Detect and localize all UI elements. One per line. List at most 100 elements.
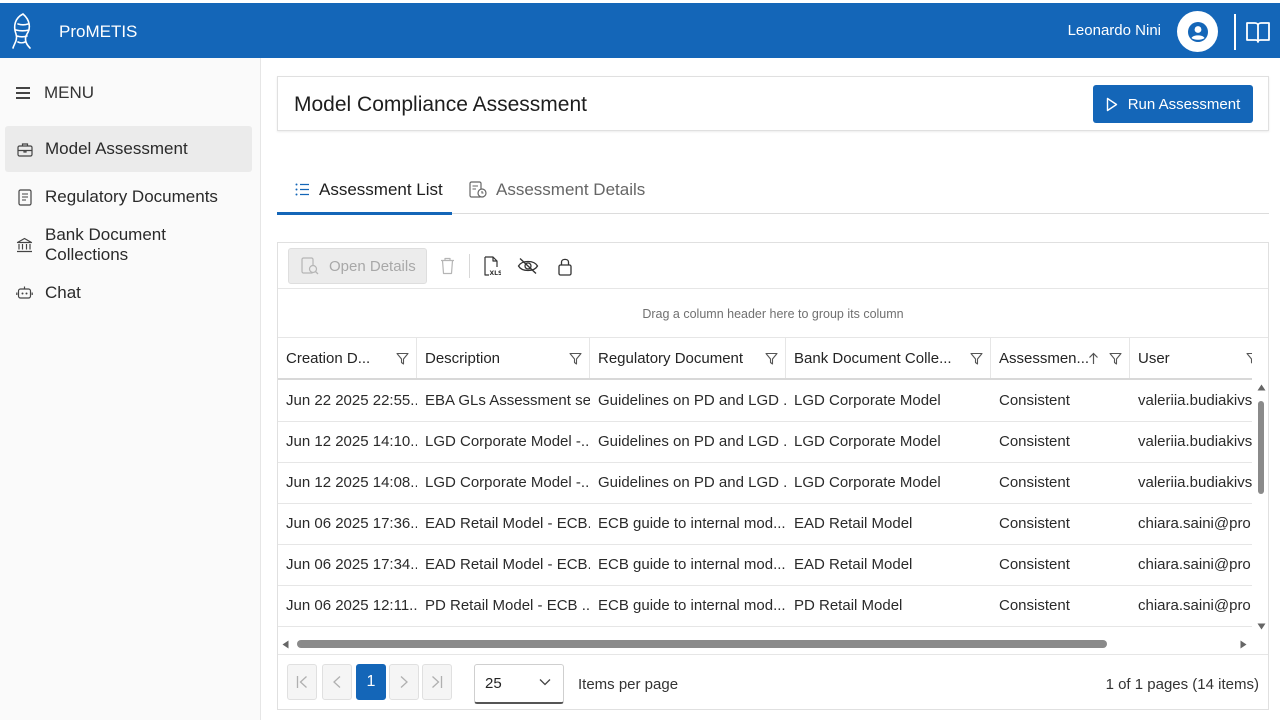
sidebar-item-label: Model Assessment — [45, 139, 188, 158]
vertical-scroll-thumb[interactable] — [1258, 401, 1264, 494]
cell-user: valeriia.budiakivsk... — [1138, 433, 1252, 450]
first-page-button[interactable] — [287, 664, 317, 700]
column-header-regulatory-document[interactable]: Regulatory Document — [590, 338, 786, 378]
list-icon — [295, 183, 310, 196]
tab-assessment-details[interactable]: Assessment Details — [469, 166, 645, 213]
tab-label: Assessment Details — [496, 179, 646, 199]
cell-bank-document-collection: EAD Retail Model — [794, 556, 913, 573]
table-row[interactable]: Jun 06 2025 17:34... EAD Retail Model - E… — [278, 545, 1252, 586]
document-search-icon — [301, 257, 319, 275]
column-header-description[interactable]: Description — [417, 338, 590, 378]
logo-icon — [12, 13, 31, 49]
column-header-user[interactable]: User — [1130, 338, 1252, 378]
cell-description: EAD Retail Model - ECB... — [425, 556, 590, 573]
chevron-down-icon — [539, 679, 551, 686]
export-xls-icon[interactable]: XLS — [481, 255, 503, 277]
previous-page-button[interactable] — [322, 664, 352, 700]
cell-assessment: Consistent — [999, 474, 1070, 491]
run-assessment-label: Run Assessment — [1127, 95, 1241, 113]
chevron-right-icon — [400, 676, 408, 688]
page-number-button[interactable]: 1 — [356, 664, 386, 700]
tab-bar: Assessment List Assessment Details — [277, 166, 1269, 215]
cell-regulatory-document: Guidelines on PD and LGD ... — [598, 392, 786, 409]
cell-user: valeriia.budiakivsk... — [1138, 474, 1252, 491]
filter-icon[interactable] — [765, 352, 778, 365]
group-panel[interactable]: Drag a column header here to group its c… — [278, 289, 1268, 338]
column-header-label: User — [1138, 349, 1170, 367]
briefcase-icon — [16, 141, 33, 158]
open-details-button[interactable]: Open Details — [288, 248, 427, 284]
assessment-grid: Open Details XLS Drag a column header he… — [277, 242, 1269, 710]
cell-description: EAD Retail Model - ECB... — [425, 515, 590, 532]
last-page-button[interactable] — [422, 664, 452, 700]
table-row[interactable]: Jun 22 2025 22:55... EBA GLs Assessment s… — [278, 381, 1252, 422]
cell-bank-document-collection: LGD Corporate Model — [794, 474, 941, 491]
cell-assessment: Consistent — [999, 515, 1070, 532]
grid-toolbar: Open Details XLS — [278, 243, 1268, 289]
cell-regulatory-document: Guidelines on PD and LGD ... — [598, 474, 786, 491]
filter-icon[interactable] — [970, 352, 983, 365]
filter-icon[interactable] — [569, 352, 582, 365]
cell-creation-date: Jun 06 2025 12:11... — [286, 597, 417, 614]
play-icon — [1106, 97, 1117, 111]
cell-assessment: Consistent — [999, 392, 1070, 409]
vertical-scrollbar[interactable] — [1254, 381, 1268, 633]
page-size-select[interactable]: 25 — [474, 664, 564, 704]
scroll-down-arrow-icon[interactable] — [1257, 623, 1266, 630]
filter-icon[interactable] — [1246, 352, 1252, 365]
cell-regulatory-document: ECB guide to internal mod... — [598, 597, 786, 614]
open-details-label: Open Details — [329, 257, 416, 275]
chat-bot-icon — [16, 285, 33, 302]
book-icon[interactable] — [1245, 20, 1271, 44]
scroll-up-arrow-icon[interactable] — [1257, 384, 1266, 391]
cell-bank-document-collection: PD Retail Model — [794, 597, 903, 614]
horizontal-scroll-thumb[interactable] — [297, 640, 1107, 648]
scroll-left-arrow-icon[interactable] — [282, 640, 289, 649]
hide-columns-icon[interactable] — [517, 255, 539, 277]
top-bar: ProMETIS Leonardo Nini — [0, 3, 1280, 58]
delete-icon[interactable] — [436, 255, 458, 277]
cell-user: chiara.saini@pro... — [1138, 556, 1252, 573]
filter-icon[interactable] — [1109, 352, 1122, 365]
cell-creation-date: Jun 12 2025 14:10... — [286, 433, 417, 450]
sidebar-item-label: Chat — [45, 283, 81, 302]
cell-assessment: Consistent — [999, 556, 1070, 573]
filter-icon[interactable] — [396, 352, 409, 365]
column-header-label: Regulatory Document — [598, 349, 744, 367]
first-page-icon — [296, 676, 307, 688]
menu-toggle-button[interactable]: MENU — [16, 83, 94, 103]
scroll-right-arrow-icon[interactable] — [1240, 640, 1247, 649]
tab-assessment-list[interactable]: Assessment List — [277, 166, 452, 215]
column-header-bank-document-collection[interactable]: Bank Document Colle... — [786, 338, 991, 378]
chevron-left-icon — [333, 676, 341, 688]
cell-user: chiara.saini@pro... — [1138, 515, 1252, 532]
sidebar-item-model-assessment[interactable]: Model Assessment — [5, 126, 252, 172]
sidebar-item-bank-document-collections[interactable]: Bank Document Collections — [5, 222, 252, 268]
cell-creation-date: Jun 06 2025 17:34... — [286, 556, 417, 573]
run-assessment-button[interactable]: Run Assessment — [1093, 85, 1253, 123]
sort-ascending-icon[interactable] — [1088, 352, 1099, 365]
lock-icon[interactable] — [554, 255, 576, 277]
cell-creation-date: Jun 22 2025 22:55... — [286, 392, 417, 409]
cell-user: chiara.saini@pro... — [1138, 597, 1252, 614]
user-name: Leonardo Nini — [1067, 22, 1161, 39]
sidebar-item-chat[interactable]: Chat — [5, 270, 252, 316]
column-header-assessment[interactable]: Assessmen... — [991, 338, 1130, 378]
column-header-label: Creation D... — [286, 349, 371, 367]
next-page-button[interactable] — [389, 664, 419, 700]
sidebar-item-regulatory-documents[interactable]: Regulatory Documents — [5, 174, 252, 220]
table-row[interactable]: Jun 06 2025 12:11... PD Retail Model - EC… — [278, 586, 1252, 627]
table-row[interactable]: Jun 12 2025 14:08... LGD Corporate Model … — [278, 463, 1252, 504]
horizontal-scrollbar[interactable] — [278, 635, 1254, 653]
user-avatar-icon[interactable] — [1177, 11, 1218, 52]
cell-description: LGD Corporate Model -... — [425, 433, 590, 450]
sidebar: MENU Model Assessment Regulatory Documen… — [0, 58, 261, 720]
document-clock-icon — [469, 181, 487, 198]
column-header-creation-date[interactable]: Creation D... — [278, 338, 417, 378]
header-divider — [1234, 14, 1236, 50]
column-header-label: Assessmen... — [999, 349, 1090, 367]
table-row[interactable]: Jun 06 2025 17:36... EAD Retail Model - E… — [278, 504, 1252, 545]
sidebar-item-label: Regulatory Documents — [45, 187, 218, 206]
app-name: ProMETIS — [59, 22, 138, 41]
table-row[interactable]: Jun 12 2025 14:10... LGD Corporate Model … — [278, 422, 1252, 463]
